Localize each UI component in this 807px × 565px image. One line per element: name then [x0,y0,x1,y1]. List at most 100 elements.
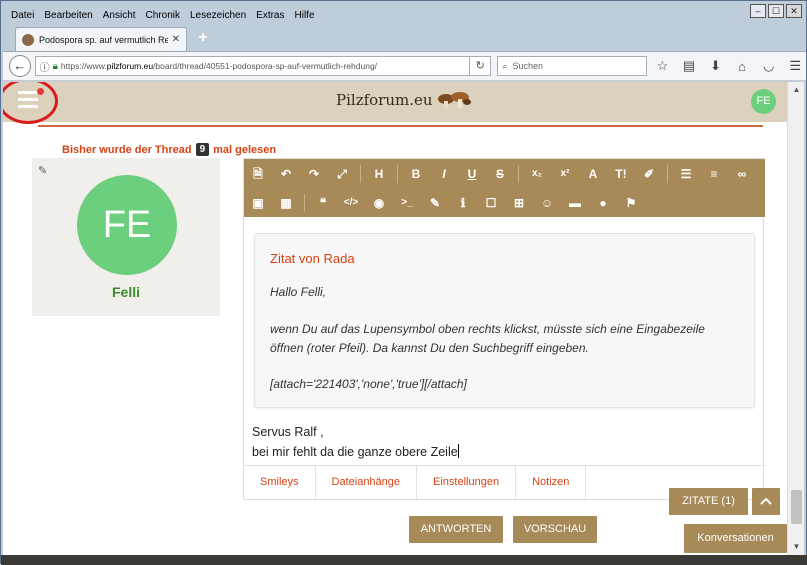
quote-icon[interactable]: ❝ [309,190,337,216]
toolbar-separator [397,165,398,183]
search-input[interactable]: ⌕ Suchen [497,56,647,76]
menu-ansicht[interactable]: Ansicht [103,10,136,21]
edit-icon[interactable]: ✎ [421,190,449,216]
underline-icon[interactable]: U [458,161,486,187]
chevron-up-icon [760,497,772,505]
quote-line: wenn Du auf das Lupensymbol oben rechts … [270,322,705,336]
toolbar-separator [518,165,519,183]
quote-block: Zitat von Rada Hallo Felli, wenn Du auf … [254,233,755,408]
smiley-icon[interactable]: ☺ [533,190,561,216]
pocket-icon[interactable]: ◡ [758,58,780,74]
url-text: https://www.pilzforum.eu/board/thread/40… [60,61,378,71]
menu-bearbeiten[interactable]: Bearbeiten [44,10,92,21]
reply-button[interactable]: ANTWORTEN [409,516,503,543]
user-card: ✎ FE Felli [32,158,220,316]
search-placeholder: Suchen [512,61,544,71]
browser-tab[interactable]: Podospora sp. auf vermutlich Re ✕ [15,27,187,51]
spoiler-icon[interactable]: ◉ [365,190,393,216]
site-logo[interactable]: Pilzforum.eu [336,91,471,109]
url-bar[interactable]: ⓘ 🔒︎ https://www.pilzforum.eu/board/thre… [34,56,470,76]
tab-close-icon[interactable]: ✕ [172,34,180,45]
read-counter: Bisher wurde der Thread 9 mal gelesen [62,143,276,156]
font-size-icon[interactable]: A [579,161,607,187]
favicon-icon [22,33,34,46]
message-line[interactable]: bei mir fehlt da die ganze obere Zeile [252,444,459,459]
quote-line: [attach='221403','none','true'][/attach] [270,377,467,391]
preview-button[interactable]: VORSCHAU [513,516,597,543]
browser-menu-icon[interactable]: ☰ [784,58,806,74]
align-icon[interactable]: ≡ [700,161,728,187]
heading-icon[interactable]: H [365,161,393,187]
scroll-thumb[interactable] [791,490,802,524]
tab-attachments[interactable]: Dateianhänge [316,466,418,499]
terminal-icon[interactable]: >_ [393,190,421,216]
tab-settings[interactable]: Einstellungen [417,466,517,499]
read-prefix: Bisher wurde der Thread [62,143,192,156]
undo-icon[interactable]: ↶ [272,161,300,187]
tab-smileys[interactable]: Smileys [244,466,316,499]
pencil-icon[interactable]: ✎ [38,164,47,177]
quote-line: öffnen (roter Pfeil). Da kannst Du den S… [270,341,589,355]
maximize-button[interactable]: ☐ [768,4,784,18]
scroll-down-icon[interactable]: ▼ [788,539,805,555]
bookmark-star-icon[interactable]: ☆ [652,58,674,74]
link-icon[interactable]: ∞ [728,161,756,187]
code-icon[interactable]: </> [337,190,365,216]
menu-hilfe[interactable]: Hilfe [295,10,315,21]
quotes-button[interactable]: ZITATE (1) [669,488,748,515]
redo-icon[interactable]: ↷ [300,161,328,187]
web-page: Pilzforum.eu FE Bisher wurde der Thread … [3,82,787,555]
message-editor: 🗎︎ ↶ ↷ ⤢ H B I U S x₂ x² A T! ✐ ☰ ≡ ∞ ▣ … [243,158,765,500]
info-icon[interactable]: ⓘ [40,59,50,74]
menu-chronik[interactable]: Chronik [146,10,180,21]
menu-lesezeichen[interactable]: Lesezeichen [190,10,246,21]
toolbar-separator [304,194,305,212]
strikethrough-icon[interactable]: S [486,161,514,187]
site-header: Pilzforum.eu FE [3,82,787,124]
close-window-button[interactable]: ✕ [786,4,802,18]
navigation-bar: ← ⓘ 🔒︎ https://www.pilzforum.eu/board/th… [3,51,806,81]
message-line[interactable]: Servus Ralf , [252,425,324,439]
tab-title: Podospora sp. auf vermutlich Re [39,34,168,45]
bold-icon[interactable]: B [402,161,430,187]
quote-title[interactable]: Zitat von Rada [270,251,355,266]
add-box-icon[interactable]: ⊞ [505,190,533,216]
browser-window: Datei Bearbeiten Ansicht Chronik Lesezei… [0,0,807,565]
scroll-up-icon[interactable]: ▲ [788,82,805,98]
read-suffix: mal gelesen [213,143,277,156]
info-icon[interactable]: ℹ [449,190,477,216]
box-icon[interactable]: ☐ [477,190,505,216]
divider [38,125,763,127]
menu-datei[interactable]: Datei [11,10,34,21]
paintbrush-icon[interactable]: ✐ [635,161,663,187]
home-icon[interactable]: ⌂ [731,59,753,74]
user-avatar[interactable]: FE [751,89,776,114]
fullscreen-icon[interactable]: ⤢ [328,161,356,187]
subscript-icon[interactable]: x₂ [523,161,551,187]
superscript-icon[interactable]: x² [551,161,579,187]
search-icon: ⌕ [502,60,508,71]
lock-icon: 🔒︎ [52,60,58,72]
new-tab-button[interactable]: + [193,29,213,49]
conversations-button[interactable]: Konversationen [684,524,787,553]
author-avatar[interactable]: FE [77,175,177,275]
reading-list-icon[interactable]: ▤ [678,58,700,74]
source-code-icon[interactable]: 🗎︎ [244,161,272,187]
minimize-button[interactable]: – [750,4,766,18]
flag-icon[interactable]: ⚑ [617,190,645,216]
list-icon[interactable]: ☰ [672,161,700,187]
tab-notes[interactable]: Notizen [516,466,587,499]
back-button[interactable]: ← [9,55,31,77]
page-scrollbar[interactable]: ▲ ▼ [787,82,804,555]
text-format-icon[interactable]: T! [607,161,635,187]
author-name[interactable]: Felli [32,284,220,300]
download-icon[interactable]: ⬇ [705,58,727,74]
menu-extras[interactable]: Extras [256,10,284,21]
scroll-to-top-button[interactable] [752,488,780,515]
globe-icon[interactable]: ● [589,190,617,216]
table-icon[interactable]: ▦ [272,190,300,216]
italic-icon[interactable]: I [430,161,458,187]
reload-button[interactable]: ↻ [469,56,492,76]
image-icon[interactable]: ▣ [244,190,272,216]
horizontal-rule-icon[interactable]: ▬ [561,190,589,216]
